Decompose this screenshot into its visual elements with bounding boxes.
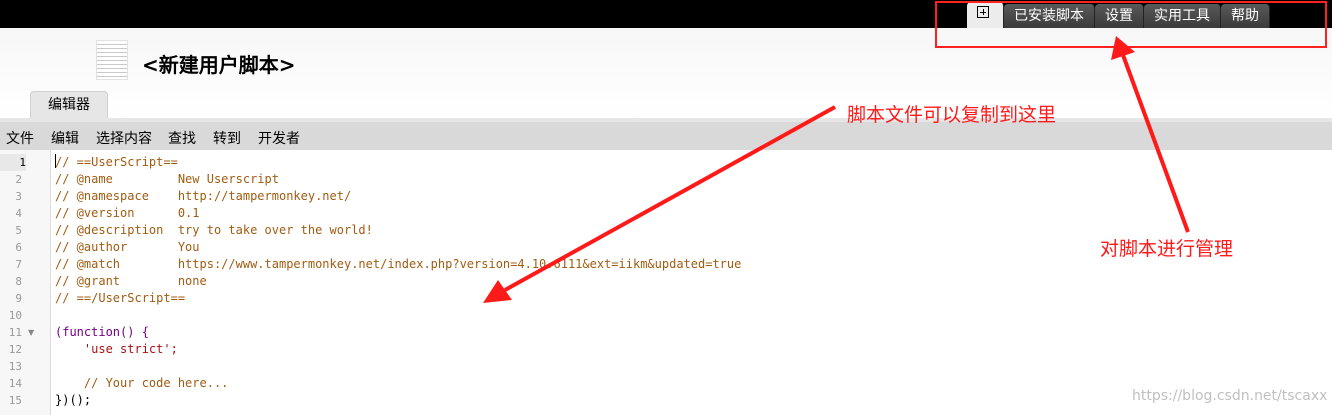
watermark: https://blog.csdn.net/tscaxx [1132, 388, 1328, 404]
annotation-arrowhead-copy [483, 280, 512, 303]
annotation-manage: 对脚本进行管理 [1100, 238, 1234, 260]
annotation-arrow-manage [1121, 54, 1190, 233]
annotation-copy-here: 脚本文件可以复制到这里 [847, 104, 1057, 126]
annotation-arrows [483, 36, 1190, 303]
annotation-arrow-copy [504, 105, 836, 292]
